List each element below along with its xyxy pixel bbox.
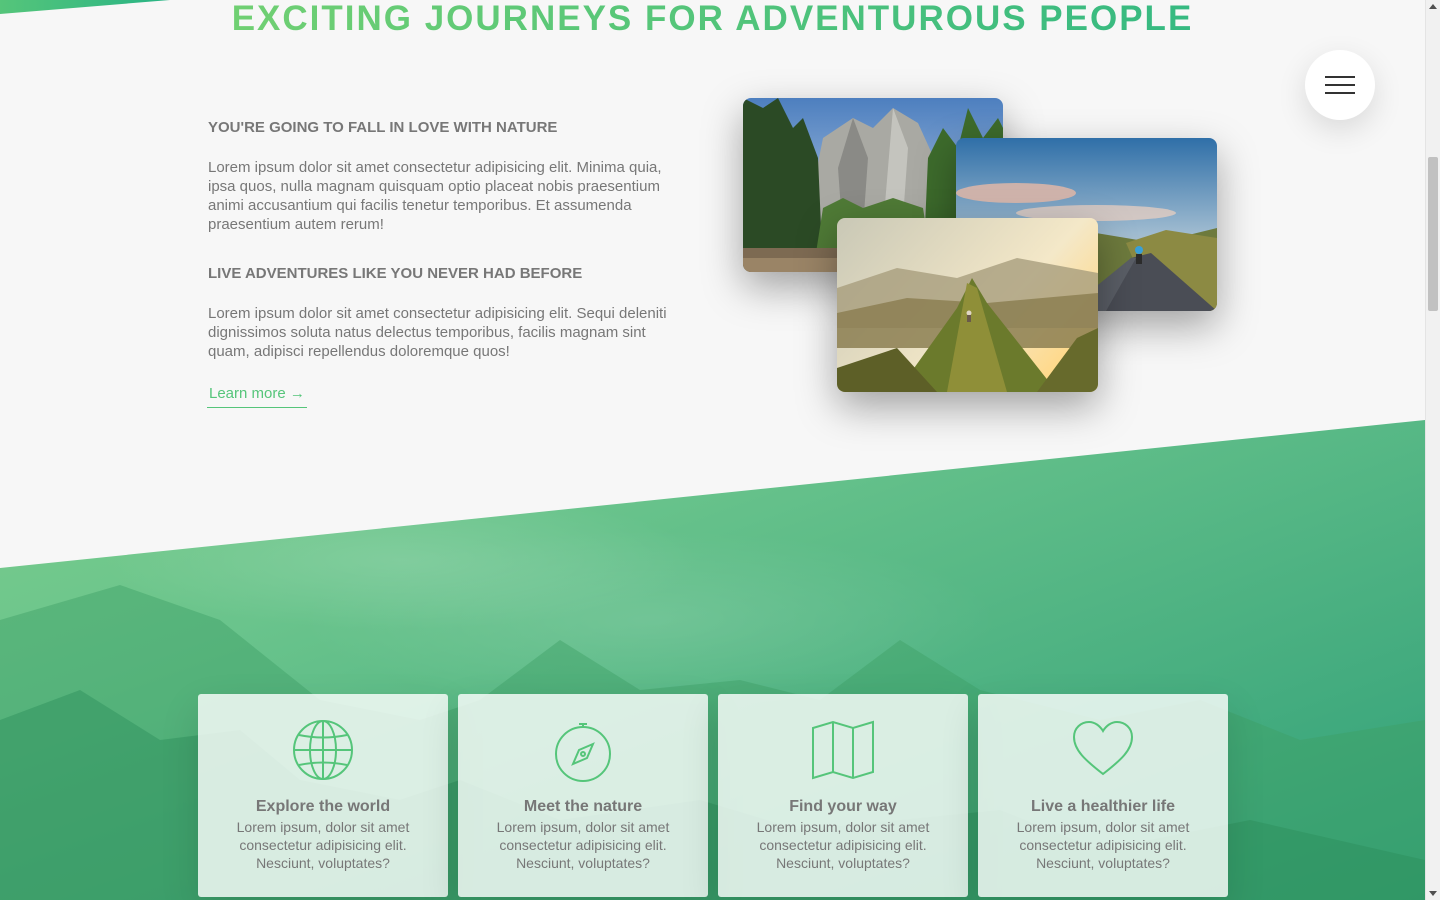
mountain-ridge-hiker-photo[interactable]: [837, 218, 1098, 392]
feature-title: Meet the nature: [523, 798, 643, 815]
feature-title: Live a healthier life: [1030, 798, 1176, 815]
heart-icon: [1071, 718, 1135, 782]
feature-card: Live a healthier life Lorem ipsum, dolor…: [978, 694, 1228, 897]
about-text-column: YOU'RE GOING TO FALL IN LOVE WITH NATURE…: [207, 118, 668, 408]
scrollbar-thumb[interactable]: [1428, 157, 1438, 311]
feature-card: Meet the nature Lorem ipsum, dolor sit a…: [458, 694, 708, 897]
vertical-scrollbar[interactable]: [1425, 0, 1440, 900]
feature-card: Explore the world Lorem ipsum, dolor sit…: [198, 694, 448, 897]
hamburger-menu-icon[interactable]: [1305, 50, 1375, 120]
feature-text: Lorem ipsum, dolor sit amet consectetur …: [496, 819, 670, 871]
feature-title: Explore the world: [255, 798, 391, 815]
feature-text: Lorem ipsum, dolor sit amet consectetur …: [756, 819, 930, 871]
menu-line: [1325, 84, 1355, 86]
menu-line: [1325, 92, 1355, 94]
page-title: EXCITING JOURNEYS FOR ADVENTUROUS PEOPLE: [0, 0, 1425, 38]
feature-text: Lorem ipsum, dolor sit amet consectetur …: [236, 819, 410, 871]
globe-icon: [291, 718, 355, 782]
map-icon: [811, 718, 875, 782]
scroll-up-arrow-icon[interactable]: [1429, 4, 1437, 9]
feature-text: Lorem ipsum, dolor sit amet consectetur …: [1016, 819, 1190, 871]
menu-line: [1325, 76, 1355, 78]
about-heading: LIVE ADVENTURES LIKE YOU NEVER HAD BEFOR…: [208, 265, 583, 282]
about-paragraph: Lorem ipsum dolor sit amet consectetur a…: [208, 305, 667, 360]
feature-title: Find your way: [789, 798, 897, 815]
compass-icon: [551, 718, 615, 782]
about-heading: YOU'RE GOING TO FALL IN LOVE WITH NATURE: [208, 119, 558, 136]
feature-card: Find your way Lorem ipsum, dolor sit ame…: [718, 694, 968, 897]
scroll-down-arrow-icon[interactable]: [1429, 891, 1437, 896]
learn-more-link[interactable]: Learn more →: [207, 384, 307, 408]
about-paragraph: Lorem ipsum dolor sit amet consectetur a…: [208, 159, 662, 233]
